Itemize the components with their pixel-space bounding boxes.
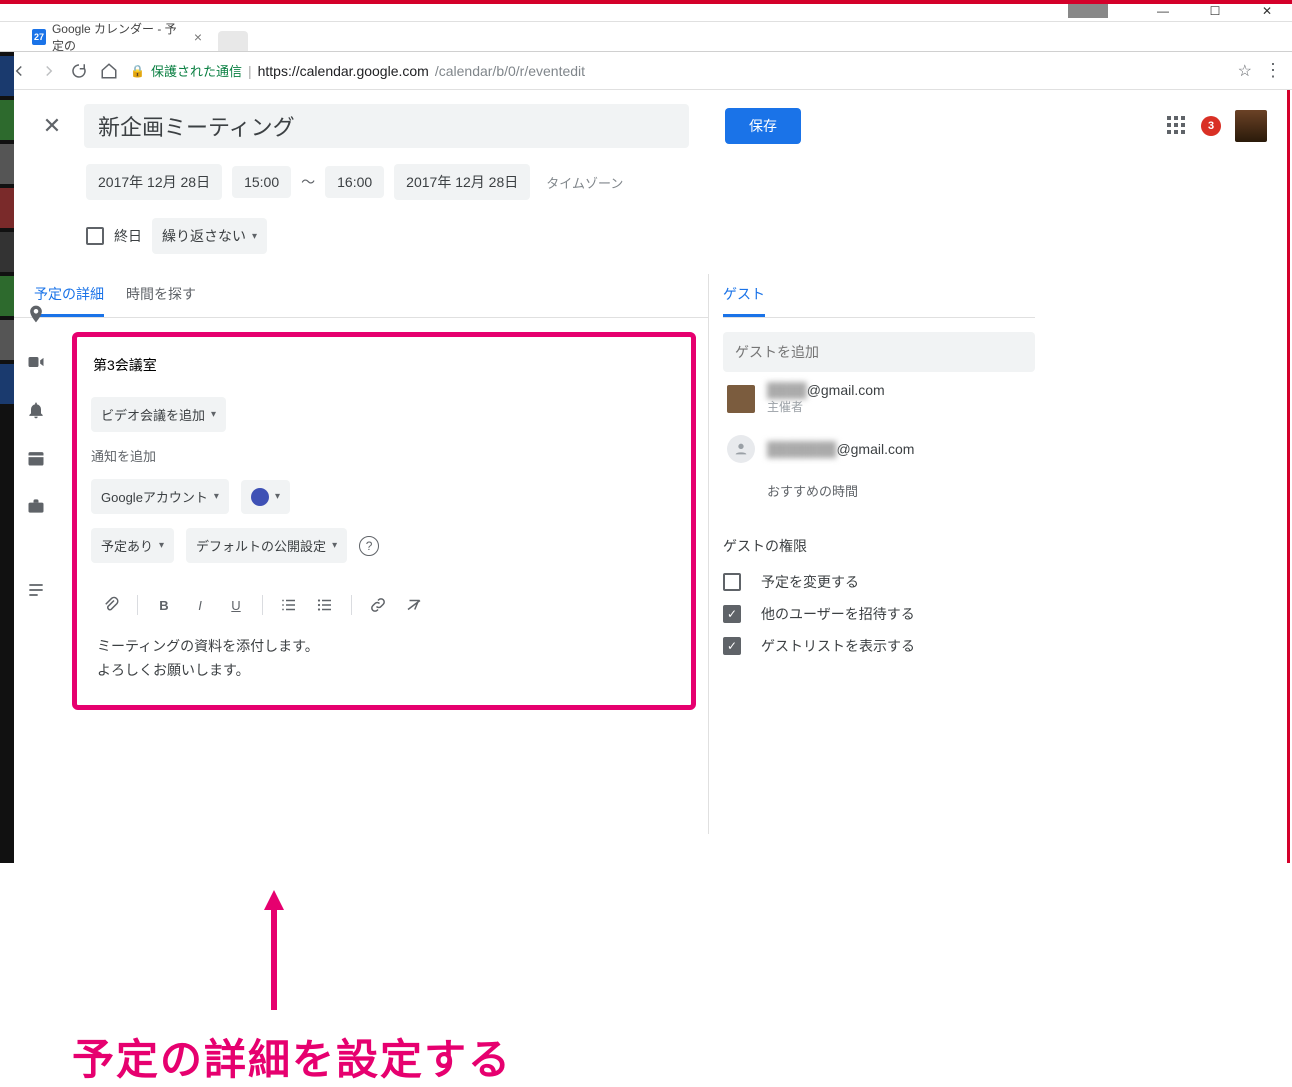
guest-email-suffix: @gmail.com	[836, 441, 914, 457]
add-guest-input[interactable]	[723, 332, 1035, 372]
os-taskbar-sliver	[0, 52, 14, 863]
visibility-dropdown[interactable]: デフォルトの公開設定▾	[186, 528, 347, 563]
help-icon[interactable]: ?	[359, 536, 379, 556]
bookmark-star-icon[interactable]: ☆	[1238, 61, 1252, 81]
italic-button[interactable]: I	[184, 589, 216, 621]
perm-label: 予定を変更する	[761, 572, 859, 592]
guest-item[interactable]: ███████@gmail.com	[723, 425, 1035, 473]
lock-icon: 🔒	[130, 64, 145, 78]
calendar-account-dropdown[interactable]: Googleアカウント▾	[91, 479, 229, 514]
secure-label: 保護された通信	[151, 61, 242, 80]
suggested-times-link[interactable]: おすすめの時間	[723, 473, 1035, 518]
save-button[interactable]: 保存	[725, 108, 801, 144]
browser-tab-title: Google カレンダー - 予定の	[52, 20, 182, 54]
reload-button[interactable]	[70, 62, 88, 80]
detail-icon-column	[26, 304, 46, 600]
browser-menu-icon[interactable]: ⋮	[1264, 60, 1282, 81]
clear-format-button[interactable]	[398, 589, 430, 621]
event-color-dropdown[interactable]: ▾	[241, 480, 290, 514]
allday-checkbox[interactable]	[86, 227, 104, 245]
perm-seeguests-checkbox[interactable]	[723, 637, 741, 655]
end-time-field[interactable]: 16:00	[325, 166, 384, 198]
color-dot-icon	[251, 488, 269, 506]
description-toolbar: B I U	[91, 581, 677, 629]
annotation-caption: 予定の詳細を設定する	[72, 1026, 512, 1087]
perm-label: ゲストリストを表示する	[761, 636, 915, 656]
allday-label: 終日	[114, 226, 142, 246]
video-icon	[26, 352, 46, 372]
bell-icon	[26, 400, 46, 420]
address-bar[interactable]: 🔒 保護された通信 | https://calendar.google.com/…	[130, 61, 1226, 80]
url-path: /calendar/b/0/r/eventedit	[435, 63, 585, 79]
perm-invite-checkbox[interactable]	[723, 605, 741, 623]
event-details-highlight: ビデオ会議を追加▾ 通知を追加 Googleアカウント▾ ▾ 予定あり▾ デフォ…	[72, 332, 696, 710]
start-time-field[interactable]: 15:00	[232, 166, 291, 198]
start-date-field[interactable]: 2017年 12月 28日	[86, 164, 222, 200]
guest-avatar	[727, 435, 755, 463]
url-host: https://calendar.google.com	[258, 63, 429, 79]
repeat-dropdown[interactable]: 繰り返さない▾	[152, 218, 267, 254]
tab-guests[interactable]: ゲスト	[723, 274, 765, 317]
guest-email-prefix: ████	[767, 382, 807, 398]
bulleted-list-button[interactable]	[309, 589, 341, 621]
browser-toolbar: 🔒 保護された通信 | https://calendar.google.com/…	[0, 52, 1292, 90]
time-dash: 〜	[301, 172, 315, 192]
bold-button[interactable]: B	[148, 589, 180, 621]
annotation-arrow	[254, 890, 294, 1013]
home-button[interactable]	[100, 62, 118, 80]
video-conf-dropdown[interactable]: ビデオ会議を追加▾	[91, 397, 226, 432]
guest-avatar	[727, 385, 755, 413]
numbered-list-button[interactable]	[273, 589, 305, 621]
guest-email-prefix: ███████	[767, 441, 836, 457]
perm-label: 他のユーザーを招待する	[761, 604, 915, 624]
end-date-field[interactable]: 2017年 12月 28日	[394, 164, 530, 200]
description-icon	[26, 580, 46, 600]
guest-item[interactable]: ████@gmail.com 主催者	[723, 372, 1035, 425]
google-apps-icon[interactable]	[1167, 116, 1187, 136]
event-title-input[interactable]	[84, 104, 689, 148]
location-input[interactable]	[91, 347, 677, 383]
link-button[interactable]	[362, 589, 394, 621]
new-tab-button[interactable]	[218, 31, 248, 51]
guest-permissions-heading: ゲストの権限	[723, 536, 1035, 556]
guest-role: 主催者	[767, 398, 885, 415]
add-notification-link[interactable]: 通知を追加	[91, 446, 156, 465]
guest-email-suffix: @gmail.com	[807, 382, 885, 398]
browser-tab[interactable]: 27 Google カレンダー - 予定の ×	[22, 23, 212, 51]
briefcase-icon	[26, 496, 46, 516]
timezone-link[interactable]: タイムゾーン	[546, 173, 623, 192]
calendar-favicon-icon: 27	[32, 29, 46, 45]
os-title-thumb	[1068, 4, 1108, 18]
attach-button[interactable]	[95, 589, 127, 621]
account-avatar[interactable]	[1235, 110, 1267, 142]
tab-find-time[interactable]: 時間を探す	[126, 274, 196, 317]
tab-close-icon[interactable]: ×	[194, 29, 202, 45]
notifications-badge[interactable]: 3	[1201, 116, 1221, 136]
close-event-button[interactable]: ✕	[34, 108, 70, 144]
forward-button[interactable]	[40, 62, 58, 80]
busy-status-dropdown[interactable]: 予定あり▾	[91, 528, 174, 563]
location-icon	[26, 304, 46, 324]
description-textarea[interactable]: ミーティングの資料を添付します。 よろしくお願いします。	[91, 629, 677, 689]
description-line: よろしくお願いします。	[97, 659, 671, 683]
underline-button[interactable]: U	[220, 589, 252, 621]
browser-tab-strip: 27 Google カレンダー - 予定の ×	[0, 22, 1292, 52]
description-line: ミーティングの資料を添付します。	[97, 635, 671, 659]
perm-modify-checkbox[interactable]	[723, 573, 741, 591]
calendar-icon	[26, 448, 46, 468]
